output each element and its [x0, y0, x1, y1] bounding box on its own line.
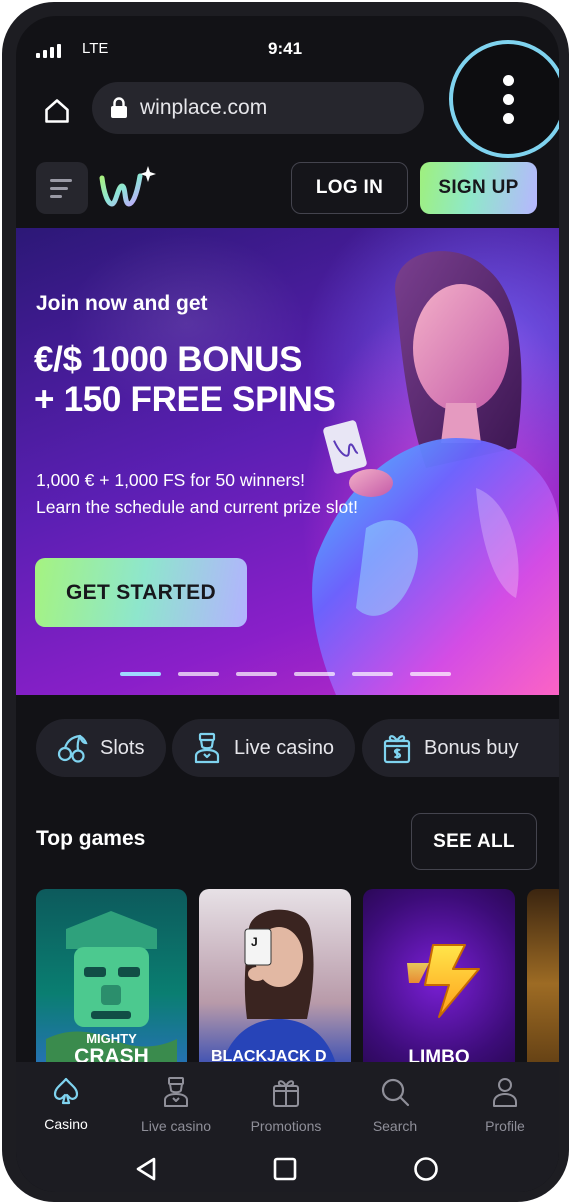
category-label: Bonus buy	[424, 736, 519, 759]
gift-icon	[273, 1080, 299, 1107]
nav-live-casino[interactable]: Live casino	[126, 1076, 226, 1134]
carousel-dot[interactable]	[410, 672, 451, 676]
login-button[interactable]: LOG IN	[291, 162, 408, 214]
lock-icon	[111, 97, 127, 118]
dealer-icon	[194, 732, 220, 764]
network-type: LTE	[82, 40, 109, 57]
cherries-icon	[57, 734, 88, 763]
hero-subtitle-line-1: 1,000 € + 1,000 FS for 50 winners!	[36, 470, 305, 490]
game-card-partial[interactable]	[527, 889, 559, 1079]
circle-icon[interactable]	[413, 1156, 439, 1182]
svg-text:J: J	[251, 935, 258, 949]
signal-icon	[36, 44, 61, 58]
top-games-title: Top games	[36, 827, 146, 850]
game-title-line-1: MIGHTY	[86, 1031, 137, 1046]
carousel-dot[interactable]	[236, 672, 277, 676]
hero-title-line-2: + 150 FREE SPINS	[34, 380, 336, 419]
nav-profile[interactable]: Profile	[455, 1076, 555, 1134]
hero-title: €/$ 1000 BONUS + 150 FREE SPINS	[34, 340, 336, 420]
game-card-limbo[interactable]: LIMBO	[363, 889, 515, 1079]
category-bonus-buy[interactable]: Bonus buy	[362, 719, 559, 777]
game-card-mighty-crash[interactable]: MIGHTY CRASH	[36, 889, 187, 1079]
dealer-icon	[164, 1077, 188, 1107]
nav-label: Casino	[44, 1116, 88, 1132]
get-started-button[interactable]: GET STARTED	[35, 558, 247, 627]
carousel-dot[interactable]	[178, 672, 219, 676]
clock: 9:41	[268, 39, 303, 58]
hero-title-line-1: €/$ 1000 BONUS	[34, 340, 303, 379]
nav-label: Live casino	[140, 1118, 212, 1134]
carousel-indicators[interactable]	[120, 672, 451, 676]
carousel-dot[interactable]	[120, 672, 161, 676]
browser-menu-button[interactable]	[449, 40, 559, 158]
category-label: Slots	[100, 736, 145, 759]
search-icon	[381, 1078, 410, 1107]
site-menu-button[interactable]	[36, 162, 88, 214]
nav-label: Profile	[485, 1118, 525, 1134]
back-triangle-icon[interactable]	[134, 1156, 158, 1182]
home-square-icon[interactable]	[273, 1156, 297, 1182]
winplace-logo[interactable]	[98, 164, 158, 214]
game-card-blackjack[interactable]: J BLACKJACK D	[199, 889, 351, 1079]
spade-icon	[53, 1077, 79, 1105]
phone-frame: LTE 9:41 winplace.com LOG IN SIGN UP Joi…	[2, 2, 569, 1202]
hero-intro: Join now and get	[36, 292, 208, 315]
nav-label: Search	[372, 1118, 418, 1134]
category-slots[interactable]: Slots	[36, 719, 166, 777]
hamburger-icon	[50, 178, 72, 182]
url-text: winplace.com	[140, 96, 268, 119]
signup-button[interactable]: SIGN UP	[420, 162, 537, 214]
nav-promotions[interactable]: Promotions	[236, 1076, 336, 1134]
hero-model-image	[312, 251, 559, 695]
nav-label: Promotions	[250, 1118, 322, 1134]
category-label: Live casino	[234, 736, 335, 759]
browser-home-button[interactable]	[40, 94, 74, 128]
hero-subtitle: 1,000 € + 1,000 FS for 50 winners! Learn…	[36, 467, 358, 521]
hero-banner[interactable]: Join now and get €/$ 1000 BONUS + 150 FR…	[16, 228, 559, 695]
category-live-casino[interactable]: Live casino	[172, 719, 355, 777]
carousel-dot[interactable]	[352, 672, 393, 676]
user-icon	[493, 1078, 517, 1107]
hero-subtitle-line-2: Learn the schedule and current prize slo…	[36, 497, 358, 517]
nav-search[interactable]: Search	[345, 1076, 445, 1134]
address-bar[interactable]: winplace.com	[92, 82, 424, 134]
see-all-button[interactable]: SEE ALL	[411, 813, 537, 870]
gift-dollar-icon	[383, 735, 411, 764]
more-vertical-icon	[502, 74, 514, 124]
home-icon	[45, 99, 69, 123]
carousel-dot[interactable]	[294, 672, 335, 676]
screen: LTE 9:41 winplace.com LOG IN SIGN UP Joi…	[16, 16, 559, 1192]
nav-casino[interactable]: Casino	[16, 1076, 116, 1132]
